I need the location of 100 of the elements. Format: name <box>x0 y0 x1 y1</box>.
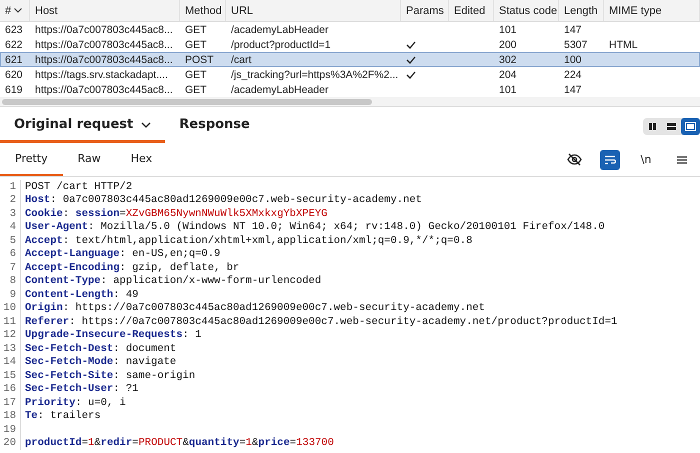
table-cell-text: 204 <box>498 68 518 82</box>
column-title: Host <box>35 4 58 16</box>
code-line: productId=1&redir=PRODUCT&quantity=1&price=133700 <box>24 437 334 450</box>
line-number: 10 <box>0 302 21 315</box>
table-cell-text: 101 <box>498 82 518 97</box>
view-tab[interactable]: Raw <box>62 143 116 176</box>
layout-button[interactable] <box>681 118 700 134</box>
table-cell-text: 5307 <box>563 38 588 52</box>
table-cell-text: 621 <box>4 52 24 67</box>
column-title: Method <box>185 4 222 16</box>
code-line: Accept-Encoding: gzip, deflate, br <box>24 262 240 274</box>
table-cell-text: /academyLabHeader <box>230 82 330 97</box>
table-cell-text: https://0a7c007803c445ac8... <box>34 52 174 67</box>
view-tab[interactable]: Hex <box>116 143 168 176</box>
toolbar-button[interactable] <box>600 150 620 170</box>
horizontal-scrollbar[interactable] <box>0 97 700 106</box>
line-number: 13 <box>0 342 21 356</box>
column-header[interactable]: Params <box>401 0 449 21</box>
rows-icon <box>667 122 676 130</box>
eye-slash-icon <box>566 153 582 166</box>
table-cell-text: 302 <box>498 52 518 67</box>
code-line: POST /cart HTTP/2 <box>24 180 132 193</box>
column-header[interactable]: Length <box>559 0 604 21</box>
panel-tab[interactable]: Response <box>165 109 264 143</box>
table-cell-text: /academyLabHeader <box>230 22 330 37</box>
code-line: Priority: u=0, i <box>24 396 126 409</box>
code-line: Sec-Fetch-Mode: navigate <box>24 356 176 368</box>
table-cell-text: GET <box>184 68 208 82</box>
table-cell-text: 622 <box>4 38 24 52</box>
code-line: Sec-Fetch-Dest: document <box>24 342 176 355</box>
table-cell-text: /js_tracking?url=https%3A%2F%2... <box>230 68 400 82</box>
code-line: Te: trailers <box>24 410 101 422</box>
column-title: Length <box>564 4 598 16</box>
line-number: 19 <box>0 423 21 436</box>
single-pane-icon <box>685 122 696 130</box>
sort-caret-icon <box>14 8 22 13</box>
table-cell-text: https://0a7c007803c445ac8... <box>34 22 174 37</box>
menu-icon <box>677 154 687 164</box>
panel-tab[interactable]: Original request <box>0 109 166 143</box>
column-title: Params <box>406 4 444 16</box>
columns-icon <box>648 122 657 130</box>
code-line: Origin: https://0a7c007803c445ac80ad1269009e00c7.web-security-academy.net <box>24 302 485 314</box>
column-header[interactable]: Host <box>30 0 180 21</box>
line-number: 12 <box>0 328 21 342</box>
line-number: 8 <box>0 274 21 288</box>
table-cell-text: /cart <box>230 52 252 67</box>
code-line: Content-Type: application/x-www-form-urlencoded <box>24 275 322 288</box>
line-number: 2 <box>0 194 21 207</box>
column-header[interactable]: MIME type <box>604 0 700 21</box>
line-number: 16 <box>0 382 21 396</box>
line-number: 3 <box>0 207 21 220</box>
request-row[interactable]: 621 https://0a7c007803c445ac8... POST /cart 302 100 <box>0 52 700 67</box>
text-wrap-icon <box>604 154 616 164</box>
code-line: User-Agent: Mozilla/5.0 (Windows NT 10.0; Win64; x64; rv:148.0) Gecko/20100101 Firefox/148.0 <box>24 221 605 234</box>
column-title: Edited <box>454 4 486 16</box>
table-cell-text: https://tags.srv.stackadapt.... <box>34 68 169 82</box>
line-number: 4 <box>0 220 21 234</box>
code-line: Accept-Language: en-US,en;q=0.9 <box>24 248 220 260</box>
column-header[interactable]: Status code <box>494 0 559 21</box>
table-cell: HTML <box>609 38 638 50</box>
newline-toggle[interactable]: \n <box>636 150 656 170</box>
line-number: 20 <box>0 436 21 450</box>
column-header[interactable]: URL <box>226 0 401 21</box>
table-cell-text: 100 <box>563 52 583 67</box>
table-cell-text: 224 <box>563 68 583 82</box>
line-number: 5 <box>0 234 21 248</box>
column-title: URL <box>231 4 254 16</box>
code-line: Upgrade-Insecure-Requests: 1 <box>24 329 202 342</box>
code-line: Accept: text/html,application/xhtml+xml,application/xml;q=0.9,*/*;q=0.8 <box>24 234 472 247</box>
table-cell-text: 200 <box>498 38 518 52</box>
code-line: Sec-Fetch-Site: same-origin <box>24 370 196 382</box>
line-number: 15 <box>0 369 21 382</box>
table-cell-text: 147 <box>563 22 583 37</box>
line-number: 17 <box>0 396 21 410</box>
table-cell-text: GET <box>184 22 208 37</box>
table-cell-text: 101 <box>498 22 518 37</box>
table-cell-text: POST <box>184 52 215 67</box>
table-cell-text: https://0a7c007803c445ac8... <box>34 38 174 52</box>
table-cell-text: 620 <box>4 68 24 82</box>
line-number: 1 <box>0 180 21 194</box>
column-header[interactable]: Edited <box>449 0 494 21</box>
line-number: 18 <box>0 410 21 423</box>
line-number: 6 <box>0 248 21 261</box>
line-number: 7 <box>0 261 21 274</box>
line-number: 11 <box>0 315 21 328</box>
line-number: 14 <box>0 356 21 369</box>
table-cell-text: GET <box>184 38 208 52</box>
table-cell-text: 623 <box>4 22 24 37</box>
column-title: Status code <box>499 4 558 16</box>
view-tab[interactable]: Pretty <box>0 143 63 176</box>
column-title: MIME type <box>609 4 662 16</box>
code-line: Referer: https://0a7c007803c445ac80ad1269009e00c7.web-security-academy.net/product?productId=1 <box>24 316 618 328</box>
column-header[interactable]: # <box>0 0 30 21</box>
table-cell-text: GET <box>184 82 208 97</box>
column-title: # <box>5 4 12 16</box>
column-header[interactable]: Method <box>180 0 226 21</box>
table-cell-text: /product?productId=1 <box>230 38 332 52</box>
code-line: Host: 0a7c007803c445ac80ad1269009e00c7.web-security-academy.net <box>24 194 422 206</box>
table-cell-text: 619 <box>4 82 24 97</box>
code-line: Sec-Fetch-User: ?1 <box>24 383 138 396</box>
